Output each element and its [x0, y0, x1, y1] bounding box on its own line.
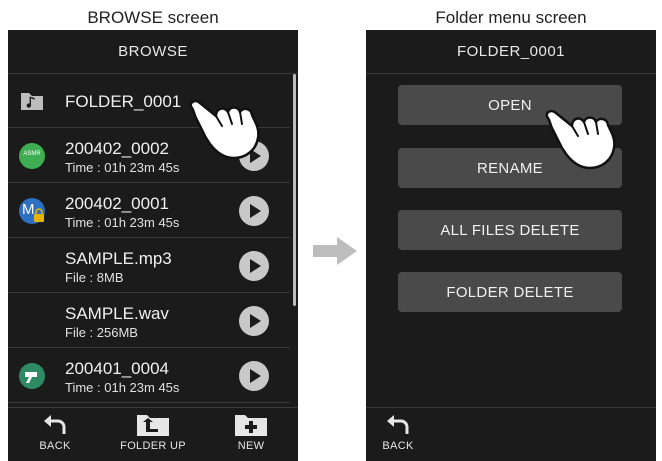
new-folder-button[interactable]: NEW: [206, 414, 296, 458]
play-button[interactable]: [239, 196, 269, 226]
item-size: File : 256MB: [65, 325, 138, 340]
folder-menu-screen: FOLDER_0001 OPEN RENAME ALL FILES DELETE…: [366, 30, 656, 461]
m-badge-label: M: [22, 201, 35, 218]
list-item[interactable]: SAMPLE.wav File : 256MB: [8, 294, 290, 348]
item-name: SAMPLE.wav: [65, 304, 169, 323]
play-button[interactable]: [239, 361, 269, 391]
scrollbar[interactable]: [293, 74, 296, 306]
back-label: BACK: [382, 440, 414, 452]
item-size: File : 8MB: [65, 270, 124, 285]
pointing-hand-icon: [189, 99, 260, 160]
back-arrow-icon: [387, 415, 409, 434]
mic-badge-icon: [18, 362, 46, 390]
item-name: SAMPLE.mp3: [65, 249, 172, 268]
item-name: 200402_0002: [65, 139, 170, 158]
item-time: Time : 01h 23m 45s: [65, 160, 180, 175]
back-arrow-icon: [44, 415, 66, 434]
folder-up-label: FOLDER UP: [120, 440, 186, 452]
asmr-badge-icon: ASMR: [18, 142, 46, 170]
folder-menu-header: FOLDER_0001: [366, 30, 656, 74]
browse-footer: BACK FOLDER UP NEW: [8, 407, 298, 461]
play-button[interactable]: [239, 306, 269, 336]
list-item[interactable]: SAMPLE.mp3 File : 8MB: [8, 239, 290, 293]
item-name: FOLDER_0001: [65, 92, 182, 111]
m-badge-lock-icon: M: [18, 197, 46, 225]
asmr-badge-label: ASMR: [23, 151, 41, 157]
caption-folder-menu-screen: Folder menu screen: [435, 8, 587, 27]
caption-browse-screen: BROWSE screen: [87, 8, 219, 27]
all-files-delete-button[interactable]: ALL FILES DELETE: [398, 210, 622, 250]
back-label: BACK: [39, 440, 71, 452]
folder-delete-button[interactable]: FOLDER DELETE: [398, 272, 622, 312]
folder-up-icon: [137, 415, 169, 436]
play-button[interactable]: [239, 251, 269, 281]
back-button[interactable]: BACK: [368, 414, 428, 458]
item-name: 200402_0001: [65, 194, 170, 213]
new-folder-icon: [235, 415, 267, 436]
item-time: Time : 01h 23m 45s: [65, 380, 180, 395]
right-arrow-icon: [313, 237, 357, 265]
folder-menu-footer: BACK: [366, 407, 656, 461]
folder-up-button[interactable]: FOLDER UP: [108, 414, 198, 458]
browse-header: BROWSE: [8, 30, 298, 74]
item-name: 200401_0004: [65, 359, 170, 378]
browse-screen: BROWSE FOLDER_0001 ASMR 200402_0002 Time…: [8, 30, 298, 461]
back-button[interactable]: BACK: [10, 414, 100, 458]
item-time: Time : 01h 23m 45s: [65, 215, 180, 230]
list-item[interactable]: M 200402_0001 Time : 01h 23m 45s: [8, 184, 290, 238]
folder-music-icon: [18, 87, 46, 115]
pointing-hand-icon: [545, 109, 616, 170]
list-item[interactable]: 200401_0004 Time : 01h 23m 45s: [8, 349, 290, 403]
new-label: NEW: [237, 440, 265, 452]
